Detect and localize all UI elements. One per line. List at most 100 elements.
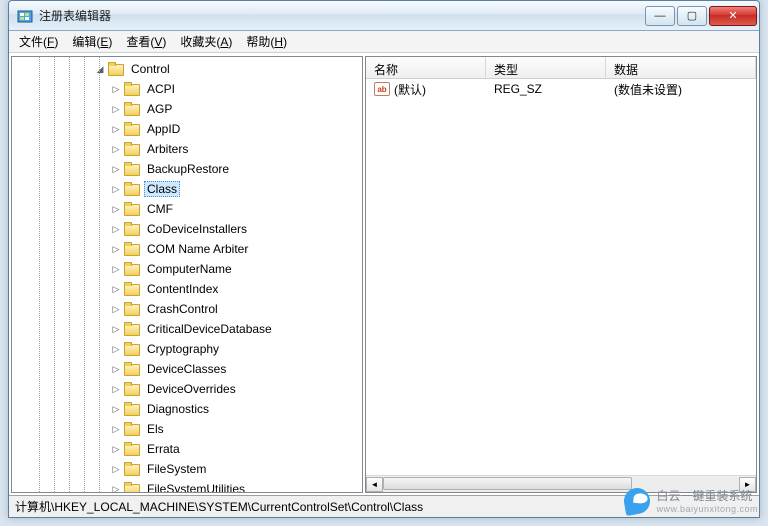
folder-icon bbox=[124, 302, 140, 316]
expand-icon[interactable]: ▷ bbox=[110, 424, 122, 435]
list-row[interactable]: ab(默认)REG_SZ(数值未设置) bbox=[366, 79, 756, 99]
menu-e[interactable]: 编辑(E) bbox=[66, 31, 118, 52]
tree-node[interactable]: ▷Class bbox=[12, 179, 362, 199]
tree-node-root[interactable]: ◢ Control bbox=[12, 59, 362, 79]
close-button[interactable]: ✕ bbox=[709, 6, 757, 26]
folder-icon bbox=[124, 262, 140, 276]
tree-node[interactable]: ▷Diagnostics bbox=[12, 399, 362, 419]
list-pane[interactable]: 名称 类型 数据 ab(默认)REG_SZ(数值未设置) ◄ ► bbox=[365, 56, 757, 493]
scroll-right-button[interactable]: ► bbox=[739, 477, 756, 492]
folder-icon bbox=[124, 82, 140, 96]
expand-icon[interactable]: ▷ bbox=[110, 144, 122, 155]
tree-node[interactable]: ▷ComputerName bbox=[12, 259, 362, 279]
folder-icon bbox=[124, 122, 140, 136]
tree-pane[interactable]: ◢Control▷ACPI▷AGP▷AppID▷Arbiters▷BackupR… bbox=[11, 56, 363, 493]
menu-v[interactable]: 查看(V) bbox=[120, 31, 172, 52]
tree-label: CriticalDeviceDatabase bbox=[144, 321, 275, 337]
expand-icon[interactable]: ▷ bbox=[110, 324, 122, 335]
tree-label: Errata bbox=[144, 441, 183, 457]
folder-icon bbox=[124, 442, 140, 456]
tree-node[interactable]: ▷ DeviceClasses bbox=[12, 359, 362, 379]
list-header[interactable]: 名称 类型 数据 bbox=[366, 57, 756, 79]
tree-label: DeviceClasses bbox=[144, 361, 229, 377]
expand-icon[interactable]: ▷ bbox=[110, 204, 122, 215]
expand-icon[interactable]: ▷ bbox=[110, 264, 122, 275]
scroll-track[interactable] bbox=[383, 477, 739, 492]
statusbar: 计算机\HKEY_LOCAL_MACHINE\SYSTEM\CurrentCon… bbox=[9, 495, 759, 517]
folder-icon bbox=[124, 462, 140, 476]
menu-a[interactable]: 收藏夹(A) bbox=[174, 31, 238, 52]
tree-node[interactable]: ▷ FileSystemUtilities bbox=[12, 479, 362, 493]
expand-icon[interactable]: ▷ bbox=[110, 104, 122, 115]
tree-node[interactable]: ▷ DeviceOverrides bbox=[12, 379, 362, 399]
tree-label: Cryptography bbox=[144, 341, 222, 357]
value-type: REG_SZ bbox=[486, 82, 606, 96]
window-title: 注册表编辑器 bbox=[39, 7, 645, 24]
tree-node[interactable]: ▷Els bbox=[12, 419, 362, 439]
expand-icon[interactable]: ▷ bbox=[110, 164, 122, 175]
tree-node[interactable]: ▷ CrashControl bbox=[12, 299, 362, 319]
scroll-left-button[interactable]: ◄ bbox=[366, 477, 383, 492]
menu-h[interactable]: 帮助(H) bbox=[240, 31, 293, 52]
tree-node[interactable]: ▷ FileSystem bbox=[12, 459, 362, 479]
expand-icon[interactable]: ▷ bbox=[110, 84, 122, 95]
column-data[interactable]: 数据 bbox=[606, 57, 756, 78]
scroll-thumb[interactable] bbox=[383, 477, 632, 490]
folder-icon bbox=[124, 282, 140, 296]
expand-icon[interactable]: ▷ bbox=[110, 404, 122, 415]
tree-label: Control bbox=[128, 61, 173, 77]
tree-label: FileSystem bbox=[144, 461, 209, 477]
expand-icon[interactable]: ▷ bbox=[110, 444, 122, 455]
tree-node[interactable]: ▷ CriticalDeviceDatabase bbox=[12, 319, 362, 339]
reg-sz-icon: ab bbox=[374, 82, 390, 96]
titlebar[interactable]: 注册表编辑器 — ▢ ✕ bbox=[9, 1, 759, 31]
value-data: (数值未设置) bbox=[606, 81, 756, 98]
folder-icon bbox=[124, 402, 140, 416]
folder-icon bbox=[124, 382, 140, 396]
folder-icon bbox=[124, 342, 140, 356]
tree-node[interactable]: ▷ Cryptography bbox=[12, 339, 362, 359]
tree-label: ACPI bbox=[144, 81, 178, 97]
column-name[interactable]: 名称 bbox=[366, 57, 486, 78]
tree-node[interactable]: ▷ CoDeviceInstallers bbox=[12, 219, 362, 239]
tree-label: CoDeviceInstallers bbox=[144, 221, 250, 237]
expand-icon[interactable]: ▷ bbox=[110, 344, 122, 355]
expand-icon[interactable]: ▷ bbox=[110, 484, 122, 494]
maximize-button[interactable]: ▢ bbox=[677, 6, 707, 26]
menu-f[interactable]: 文件(F) bbox=[13, 31, 64, 52]
tree-node[interactable]: ▷CMF bbox=[12, 199, 362, 219]
collapse-icon[interactable]: ◢ bbox=[94, 64, 106, 75]
expand-icon[interactable]: ▷ bbox=[110, 244, 122, 255]
tree-label: DeviceOverrides bbox=[144, 381, 239, 397]
tree-node[interactable]: ▷AGP bbox=[12, 99, 362, 119]
expand-icon[interactable]: ▷ bbox=[110, 124, 122, 135]
folder-icon bbox=[124, 142, 140, 156]
expand-icon[interactable]: ▷ bbox=[110, 224, 122, 235]
tree-label: Arbiters bbox=[144, 141, 191, 157]
expand-icon[interactable]: ▷ bbox=[110, 464, 122, 475]
tree-node[interactable]: ▷ Errata bbox=[12, 439, 362, 459]
minimize-button[interactable]: — bbox=[645, 6, 675, 26]
folder-icon bbox=[124, 242, 140, 256]
registry-editor-window: 注册表编辑器 — ▢ ✕ 文件(F)编辑(E)查看(V)收藏夹(A)帮助(H) … bbox=[8, 0, 760, 518]
list-body[interactable]: ab(默认)REG_SZ(数值未设置) bbox=[366, 79, 756, 475]
folder-icon bbox=[124, 102, 140, 116]
tree-label: FileSystemUtilities bbox=[144, 481, 248, 493]
tree-label: CrashControl bbox=[144, 301, 221, 317]
expand-icon[interactable]: ▷ bbox=[110, 364, 122, 375]
tree-node[interactable]: ▷BackupRestore bbox=[12, 159, 362, 179]
expand-icon[interactable]: ▷ bbox=[110, 384, 122, 395]
column-type[interactable]: 类型 bbox=[486, 57, 606, 78]
tree-node[interactable]: ▷ContentIndex bbox=[12, 279, 362, 299]
tree-node[interactable]: ▷ AppID bbox=[12, 119, 362, 139]
tree-node[interactable]: ▷ COM Name Arbiter bbox=[12, 239, 362, 259]
expand-icon[interactable]: ▷ bbox=[110, 184, 122, 195]
folder-icon bbox=[108, 62, 124, 76]
horizontal-scrollbar[interactable]: ◄ ► bbox=[366, 475, 756, 492]
expand-icon[interactable]: ▷ bbox=[110, 304, 122, 315]
tree-label: AppID bbox=[144, 121, 183, 137]
tree-label: COM Name Arbiter bbox=[144, 241, 251, 257]
expand-icon[interactable]: ▷ bbox=[110, 284, 122, 295]
tree-node[interactable]: ▷ ACPI bbox=[12, 79, 362, 99]
tree-node[interactable]: ▷ Arbiters bbox=[12, 139, 362, 159]
